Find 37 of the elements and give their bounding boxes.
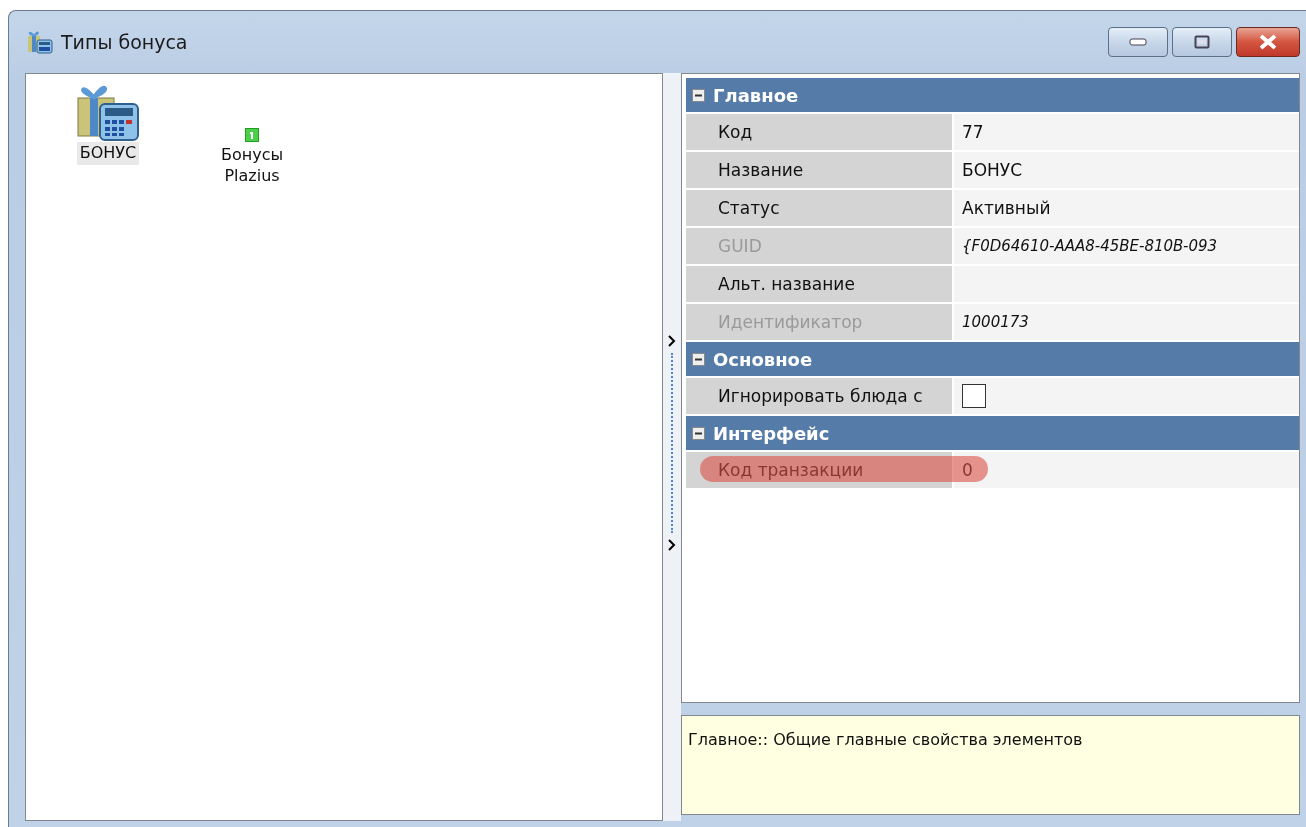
property-name: Статус [686, 190, 952, 226]
close-icon [1258, 34, 1278, 50]
bonus-type-item[interactable]: БОНУС [56, 78, 160, 165]
chevron-icon [668, 539, 676, 551]
minimize-button[interactable] [1108, 27, 1168, 57]
property-name: Код транзакции [686, 452, 952, 488]
item-label: БОНУС [76, 142, 140, 165]
window-title: Типы бонуса [61, 31, 189, 53]
category-header[interactable]: Главное [686, 78, 1299, 114]
collapse-icon[interactable] [692, 352, 705, 366]
property-name: Игнорировать блюда с [686, 378, 952, 414]
bonus-type-item[interactable]: Бонусы Plazius [200, 78, 304, 188]
collapse-icon[interactable] [692, 88, 705, 102]
checkbox[interactable] [962, 384, 986, 408]
maximize-button[interactable] [1172, 27, 1232, 57]
property-name: Название [686, 152, 952, 188]
category-header[interactable]: Основное [686, 342, 1299, 378]
property-value[interactable]: БОНУС [954, 152, 1299, 188]
property-name: Идентификатор [686, 304, 952, 340]
minimize-icon [1129, 38, 1147, 46]
category-title: Основное [713, 348, 813, 370]
maximize-icon [1194, 35, 1210, 49]
category-header[interactable]: Интерфейс [686, 416, 1299, 452]
property-value[interactable]: Активный [954, 190, 1299, 226]
property-name: GUID [686, 228, 952, 264]
close-button[interactable] [1236, 27, 1300, 57]
property-name: Код [686, 114, 952, 150]
chevron-icon [668, 335, 676, 347]
description-text: Главное:: Общие главные свойства элементов [688, 730, 1083, 749]
property-value[interactable]: 77 [954, 114, 1299, 150]
app-icon [27, 30, 53, 54]
category-title: Главное [713, 84, 799, 106]
item-label: Бонусы Plazius [219, 144, 285, 187]
category-title: Интерфейс [713, 422, 830, 444]
number-badge-icon [245, 128, 259, 142]
collapse-icon[interactable] [692, 426, 705, 440]
property-name: Альт. название [686, 266, 952, 302]
